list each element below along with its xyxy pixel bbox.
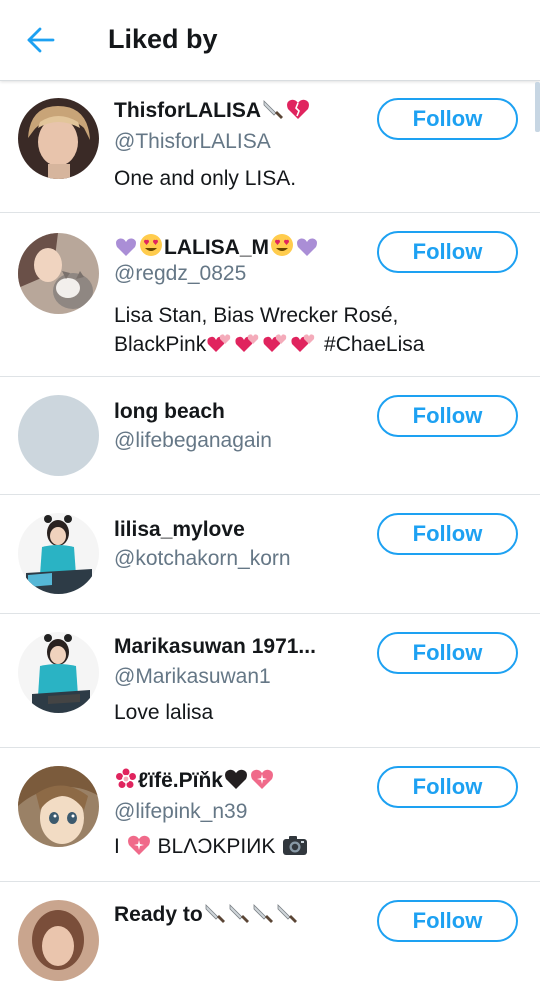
list-item[interactable]: ℓïfë.Pïňk @lifepink_n39 I BLΛƆKPIИK Foll… [0,748,540,882]
user-handle: @lifebeganagain [114,429,272,452]
display-name-text: ℓïfë.Pïňk [138,769,223,792]
user-bio: I BLΛƆKPIИK [114,832,444,864]
display-name-text: ThisforLALISA [114,99,261,122]
arrow-left-icon [27,27,55,53]
display-name-text: LALISA_M [164,236,269,259]
purple-heart-icon [296,237,318,264]
user-handle: @Marikasuwan1 [114,665,271,688]
top-bar: Liked by [0,0,540,81]
follow-button[interactable]: Follow [377,98,518,140]
knife-icon [276,902,298,931]
follow-button[interactable]: Follow [377,632,518,674]
camera-icon [282,834,308,864]
page-title: Liked by [108,24,218,54]
display-name: ℓïfë.Pïňk [114,768,275,797]
broken-heart-icon [286,98,310,127]
list-item[interactable]: Ready to Follow [0,882,540,981]
purple-heart-icon [115,237,137,264]
user-bio-text: I [114,835,126,858]
list-item[interactable]: long beach @lifebeganagain Follow [0,377,540,495]
knife-icon [262,98,284,127]
follow-button[interactable]: Follow [377,395,518,437]
avatar[interactable] [18,513,99,594]
two-hearts-icon [235,332,261,362]
heart-eyes-icon [139,233,163,264]
sparkling-heart-icon [250,768,274,797]
user-bio-line-2: BlackPink #ChaeLisa [114,330,514,362]
two-hearts-icon [263,332,289,362]
avatar[interactable] [18,233,99,314]
heart-eyes-icon [270,233,294,264]
back-button[interactable] [20,20,64,60]
avatar[interactable] [18,395,99,476]
user-bio-line-1: Lisa Stan, Bias Wrecker Rosé, [114,304,399,327]
display-name: LALISA_M [114,233,319,264]
display-name: long beach [114,400,225,423]
display-name: Ready to [114,902,299,931]
user-handle: @ThisforLALISA [114,130,271,153]
user-bio: One and only LISA. [114,167,297,190]
list-item[interactable]: LALISA_M @regdz_0825 Lisa Stan, Bias Wre… [0,213,540,377]
scrollbar[interactable] [535,82,540,132]
two-hearts-icon [291,332,317,362]
knife-icon [204,902,226,931]
display-name: lilisa_mylove [114,518,245,541]
avatar[interactable] [18,766,99,847]
follow-button[interactable]: Follow [377,900,518,942]
display-name: ThisforLALISA [114,98,311,127]
display-name: Marikasuwan 1971... [114,635,316,658]
sparkling-heart-icon [127,834,151,864]
user-list: ThisforLALISA @ThisforLALISA One and onl… [0,81,540,981]
follow-button[interactable]: Follow [377,231,518,273]
knife-icon [228,902,250,931]
avatar[interactable] [18,98,99,179]
user-handle: @regdz_0825 [114,262,247,285]
user-handle: @lifepink_n39 [114,800,248,823]
list-item[interactable]: lilisa_mylove @kotchakorn_korn Follow [0,495,540,614]
follow-button[interactable]: Follow [377,766,518,808]
user-bio-text: BLΛƆKPIИK [151,835,282,858]
list-item[interactable]: ThisforLALISA @ThisforLALISA One and onl… [0,81,540,213]
user-bio: Love lalisa [114,701,214,724]
user-bio-text: BlackPink [114,333,207,356]
knife-icon [252,902,274,931]
pink-flower-icon [115,768,137,797]
user-bio: Lisa Stan, Bias Wrecker Rosé, BlackPink … [114,301,514,362]
black-heart-icon [224,768,248,797]
two-hearts-icon [207,332,233,362]
avatar[interactable] [18,900,99,981]
avatar[interactable] [18,632,99,713]
hashtag-link[interactable]: #ChaeLisa [318,333,424,356]
user-handle: @kotchakorn_korn [114,547,291,570]
follow-button[interactable]: Follow [377,513,518,555]
display-name-text: Ready to [114,903,203,926]
list-item[interactable]: Marikasuwan 1971... @Marikasuwan1 Love l… [0,614,540,748]
